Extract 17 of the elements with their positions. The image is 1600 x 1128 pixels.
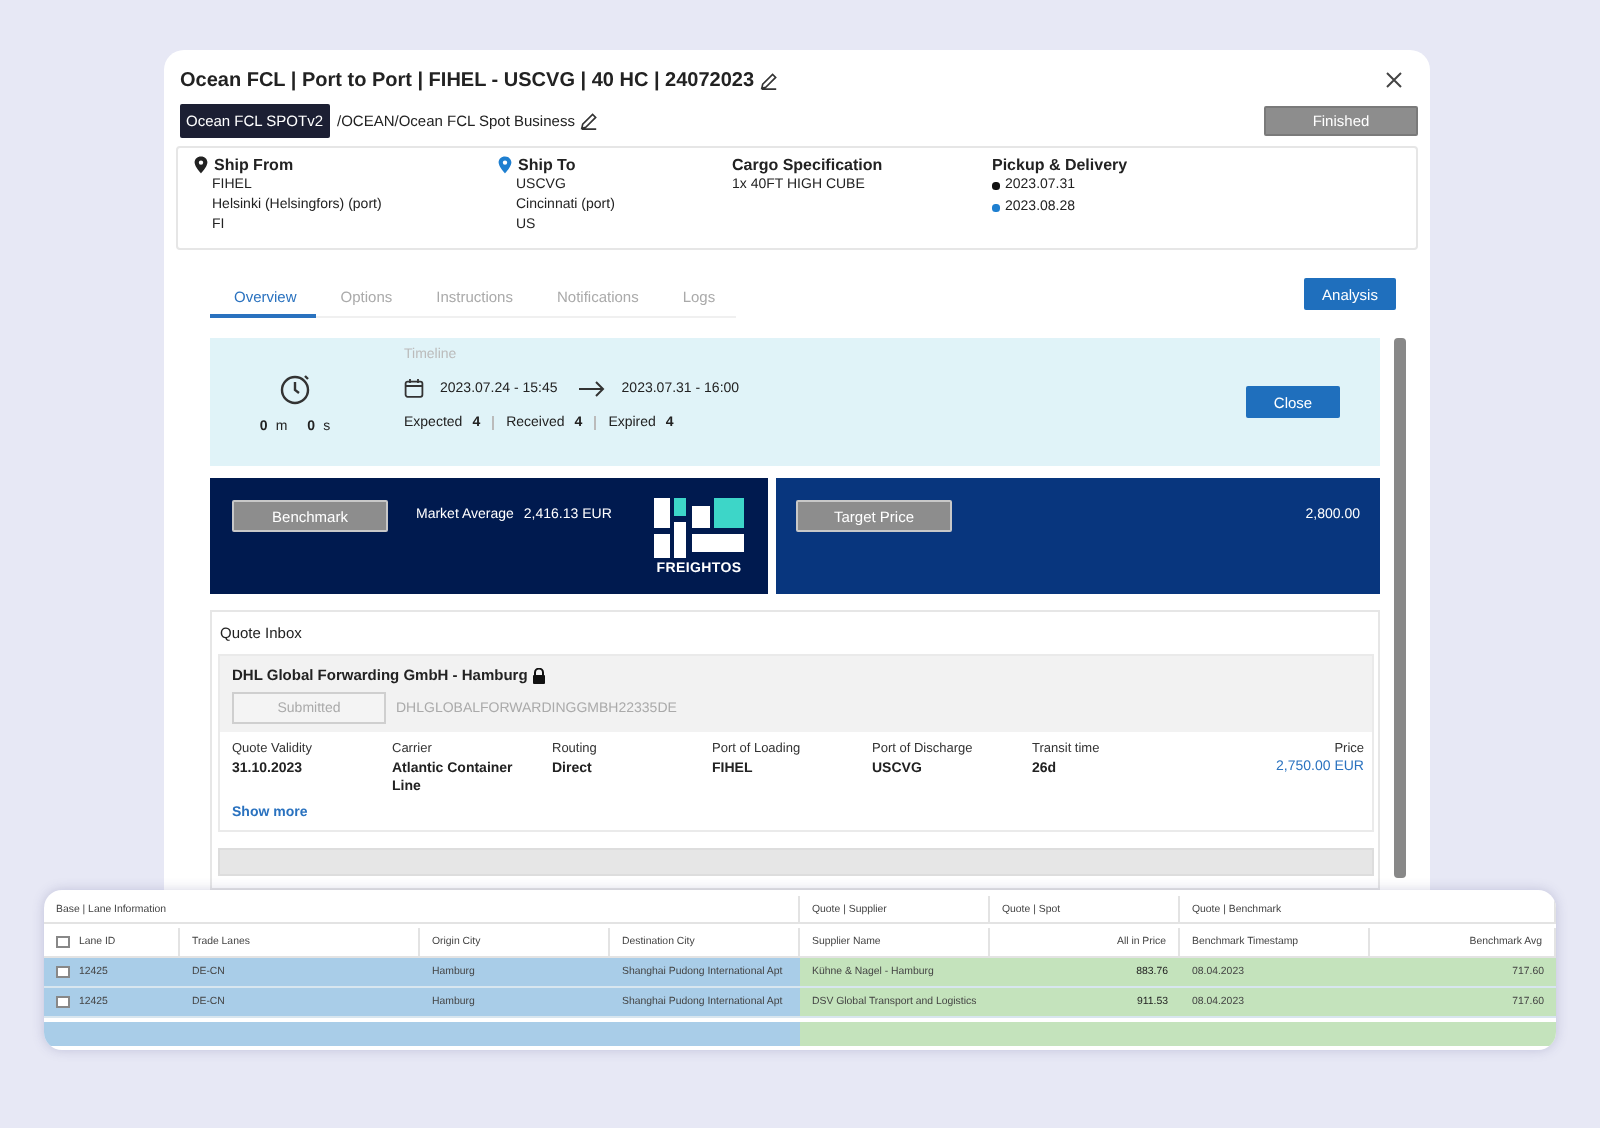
section-heading: Pickup & Delivery bbox=[992, 156, 1128, 174]
section-heading: Ship From bbox=[214, 156, 294, 174]
calendar-icon bbox=[404, 378, 424, 398]
checkbox[interactable] bbox=[56, 935, 69, 949]
arrow-right-icon bbox=[577, 379, 606, 397]
pencil-icon[interactable] bbox=[760, 71, 779, 89]
checkbox[interactable] bbox=[56, 965, 69, 979]
checkbox[interactable] bbox=[56, 995, 69, 1009]
section-heading: Ship To bbox=[518, 156, 576, 174]
section-heading: Cargo Specification bbox=[732, 156, 883, 174]
pencil-icon[interactable] bbox=[580, 111, 599, 129]
dialog-title: Ocean FCL | Port to Port | FIHEL - USCVG | 40 HC | 24072023 bbox=[180, 69, 755, 91]
location-pin-icon bbox=[194, 156, 208, 174]
location-pin-icon bbox=[498, 156, 512, 174]
stopwatch-icon bbox=[277, 370, 313, 406]
close-icon[interactable] bbox=[1386, 72, 1402, 88]
scrollbar[interactable] bbox=[1394, 338, 1406, 878]
